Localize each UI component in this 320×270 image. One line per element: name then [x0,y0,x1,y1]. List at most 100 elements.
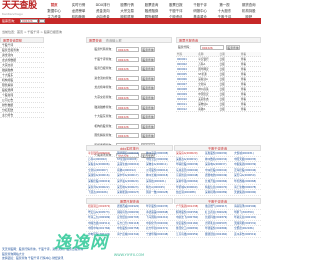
stock-link[interactable]: 赣锋锂业(002460) [203,232,232,237]
table-cell[interactable]: 000001 [176,57,197,61]
stock-link[interactable]: 铜陵有色(000630) [115,210,144,215]
stock-link[interactable]: 天健集团(000090) [232,190,261,195]
stock-link[interactable]: 华资实业(600191) [232,215,261,220]
stock-link[interactable]: 深物业A(000011) [144,162,173,167]
stock-link[interactable]: 国华网安(000004) [115,151,144,156]
stock-link[interactable]: 深中华A(000017) [115,173,144,178]
stock-link[interactable]: 中国宝安(000009) [144,157,173,162]
query-input[interactable]: 002226 [116,47,139,52]
table-cell[interactable]: 000007 [176,82,197,86]
view-link[interactable]: 查看 [240,67,261,71]
stock-link[interactable]: 重庆燃气(600917) [203,204,232,209]
stock-link[interactable]: 神州数码(000034) [203,157,232,162]
query-button[interactable]: 股票查询 [141,123,155,129]
query-button[interactable]: 股票查询 [141,104,155,110]
right-search-input[interactable]: 002226 [200,45,224,50]
stock-link[interactable]: 神州长城(000018) [144,173,173,178]
stock-link[interactable]: 大悦城(000031) [232,151,261,156]
stock-link[interactable]: 华控赛格(000068) [232,179,261,184]
stock-link[interactable]: 国药一致(000028) [144,190,173,195]
table-cell[interactable]: 000006 [176,77,197,81]
query-button[interactable]: 股票查询 [141,85,155,91]
stock-link[interactable]: 东方日升(300118) [115,221,144,226]
stock-link[interactable]: 华联控股(000036) [174,162,203,167]
stock-code-input[interactable]: 002226 [20,19,38,23]
stock-link[interactable]: 华侨城A(000069) [174,185,203,190]
stock-link[interactable]: 东旭蓝天(000040) [174,168,203,173]
view-link[interactable]: 查看 [240,72,261,76]
stock-link[interactable]: 华润三九(000999) [86,215,115,220]
query-input[interactable]: 002226 [116,75,139,81]
query-button[interactable]: 股票查询 [141,66,155,72]
stock-link[interactable]: 平安银行(000001) [86,151,115,156]
stock-link[interactable]: 京基智农(000048) [174,173,203,178]
table-cell[interactable]: 000002 [176,62,197,66]
stock-link[interactable]: 光明乳业(600597) [203,221,232,226]
stock-link[interactable]: 沙河股份(000014) [144,168,173,173]
stock-link[interactable]: 宜宾纸业(600793) [115,215,144,220]
stock-link[interactable]: 万科A(000002) [86,157,115,162]
stock-link[interactable]: 北方华创(002371) [144,226,173,231]
view-link[interactable]: 查看 [240,82,261,86]
view-link[interactable]: 查看 [240,97,261,101]
stock-link[interactable]: 美丽生态(000010) [115,162,144,167]
stock-link[interactable]: 深天马A(000050) [232,173,261,178]
stock-link[interactable]: 贵州茅台(600519) [232,232,261,237]
stock-link[interactable]: 深粮控股(000019) [86,179,115,184]
query-button[interactable]: 股票查询 [141,47,155,52]
view-link[interactable]: 查看 [240,102,261,106]
stock-link[interactable]: 中洲控股(000042) [203,168,232,173]
stock-link[interactable]: ST星源(000005) [115,157,144,162]
stock-link[interactable]: 深振业A(000006) [86,162,115,167]
query-button[interactable]: 股票查询 [141,56,155,62]
stock-link[interactable]: 中泰化学(002092) [144,221,173,226]
search-go-button[interactable] [39,19,45,23]
stock-link[interactable]: 海王生物(000078) [232,185,261,190]
query-input[interactable]: 002226 [116,133,139,139]
stock-link[interactable]: 鲁西化工(000830) [174,226,203,231]
table-cell[interactable]: 000010 [176,97,197,101]
query-button[interactable]: 股票查询 [141,75,155,81]
stock-link[interactable]: 中色股份(000758) [115,226,144,231]
stock-link[interactable]: 深桑达A(000032) [174,157,203,162]
table-cell[interactable]: 000009 [176,92,197,96]
stock-link[interactable]: 辉隆股份(002556) [174,210,203,215]
stock-link[interactable]: 华鹏飞(300350) [232,210,261,215]
stock-link[interactable]: 中航沈飞(600760) [174,215,203,220]
stock-link[interactable]: 粤宏远A(000573) [86,210,115,215]
stock-link[interactable]: 德赛西威(002920) [115,204,144,209]
stock-link[interactable]: 泛海控股(000046) [232,168,261,173]
stock-link[interactable]: 飞亚达(000026) [86,190,115,195]
stock-link[interactable]: 德赛电池(000049) [203,173,232,178]
query-input[interactable]: 002226 [116,114,139,120]
table-cell[interactable]: 000004 [176,67,197,71]
view-link[interactable]: 查看 [240,107,261,111]
stock-link[interactable]: 招商港口(001872) [86,204,115,209]
stock-link[interactable]: 南玻A(000012) [115,168,144,173]
query-input[interactable]: 002226 [116,104,139,110]
table-cell[interactable]: 000011 [176,102,197,106]
table-cell[interactable]: 000012 [176,107,197,111]
stock-link[interactable]: 常铝股份(002160) [174,221,203,226]
stock-link[interactable]: 华帝股份(002035) [144,204,173,209]
stock-link[interactable]: 深康佳A(000016) [86,173,115,178]
stock-link[interactable]: 全聚德(002186) [232,226,261,231]
stock-link[interactable]: 深赤湾A(000022) [86,185,115,190]
left-nav-item[interactable]: 主力持仓 [0,113,44,118]
query-input[interactable]: 002226 [116,123,139,129]
view-link[interactable]: 查看 [240,62,261,66]
stock-link[interactable]: 中顺洁柔(002511) [86,221,115,226]
stock-link[interactable]: 华锋股份(002806) [203,226,232,231]
stock-link[interactable]: 深圳机场(000089) [203,190,232,195]
view-link[interactable]: 查看 [240,87,261,91]
stock-link[interactable]: 深圳华强(000062) [174,179,203,184]
query-button[interactable]: 股票查询 [141,133,155,139]
stock-link[interactable]: 承德露露(000848) [144,210,173,215]
stock-link[interactable]: 海南瑞泽(002596) [232,204,261,209]
stock-link[interactable]: 飞马国际(002210) [144,215,173,220]
stock-link[interactable]: 深南电A(000037) [203,162,232,167]
stock-link[interactable]: 深天地A(000023) [115,185,144,190]
stock-link[interactable]: 深深房A(000029) [174,151,203,156]
stock-link[interactable]: 特发信息(000070) [203,185,232,190]
stock-link[interactable]: 盐田港(000088) [174,190,203,195]
